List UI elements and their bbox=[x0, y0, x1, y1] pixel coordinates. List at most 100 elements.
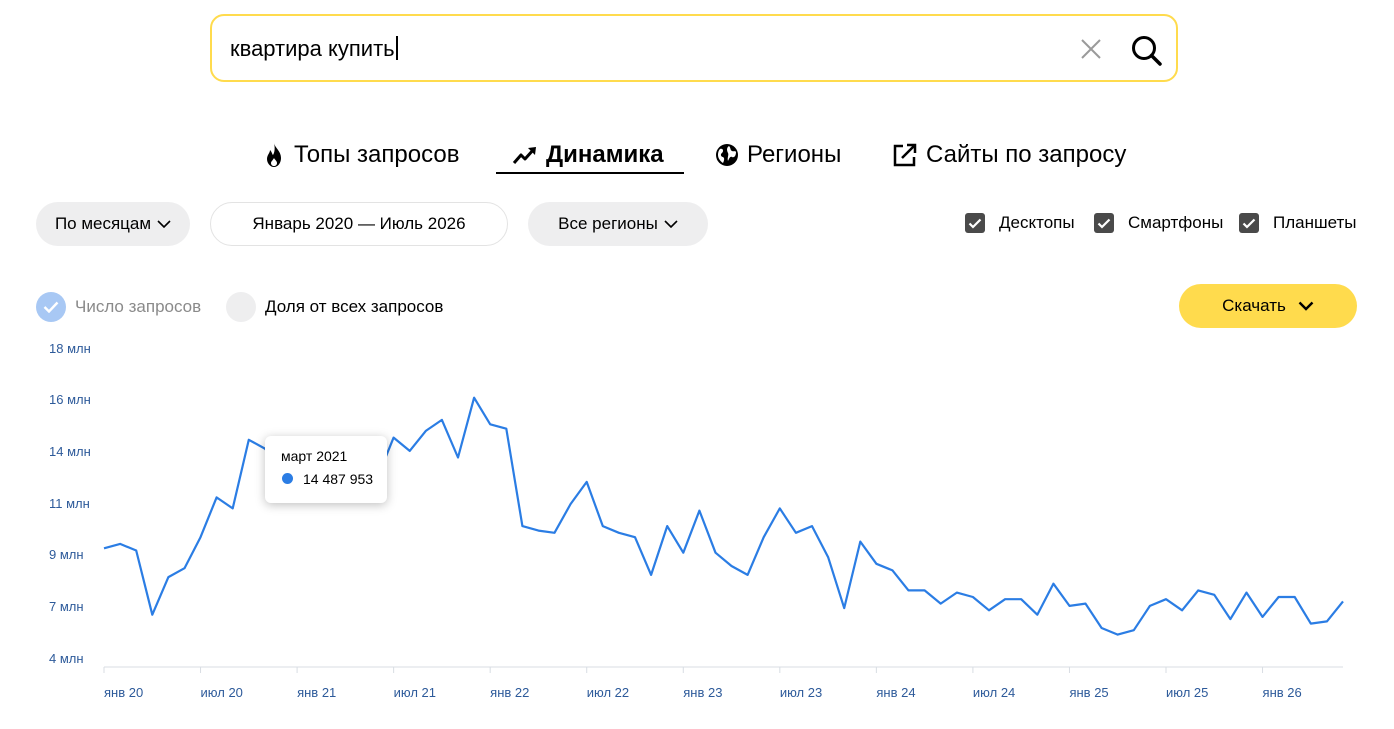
radio-query-share[interactable]: Доля от всех запросов bbox=[226, 292, 443, 322]
data-point bbox=[956, 591, 958, 593]
data-point bbox=[1100, 627, 1102, 629]
tab-label: Регионы bbox=[747, 141, 842, 168]
checkbox-tablets[interactable]: Планшеты bbox=[1239, 213, 1357, 233]
data-point bbox=[586, 481, 588, 483]
tab-dynamics[interactable]: Динамика bbox=[512, 138, 664, 172]
data-point bbox=[248, 439, 250, 441]
chevron-down-icon bbox=[664, 220, 678, 228]
search-query-text: квартира купить bbox=[230, 36, 395, 61]
region-select[interactable]: Все регионы bbox=[528, 202, 708, 246]
tooltip-value: 14 487 953 bbox=[303, 471, 374, 487]
tab-label: Динамика bbox=[546, 141, 664, 168]
data-point bbox=[553, 532, 555, 534]
checkbox-checked-icon bbox=[1239, 213, 1259, 233]
flame-icon bbox=[267, 143, 281, 167]
close-icon[interactable] bbox=[1080, 38, 1102, 60]
data-point bbox=[1181, 609, 1183, 611]
data-point bbox=[425, 430, 427, 432]
data-point bbox=[1117, 633, 1119, 635]
y-tick-label: 9 млн bbox=[49, 547, 84, 562]
data-point bbox=[940, 602, 942, 604]
tab-sites[interactable]: Сайты по запросу bbox=[892, 138, 1126, 172]
data-point bbox=[1036, 614, 1038, 616]
data-point bbox=[457, 456, 459, 458]
text-caret bbox=[395, 36, 398, 60]
radio-unchecked-icon bbox=[226, 292, 256, 322]
data-point bbox=[618, 532, 620, 534]
data-point bbox=[1149, 605, 1151, 607]
series-marker-icon bbox=[282, 473, 293, 484]
data-point bbox=[682, 552, 684, 554]
data-point bbox=[1084, 602, 1086, 604]
data-point bbox=[923, 589, 925, 591]
date-range-label: Январь 2020 — Июль 2026 bbox=[252, 214, 466, 233]
data-point bbox=[746, 574, 748, 576]
data-point bbox=[1020, 598, 1022, 600]
chart-tooltip: март 2021 14 487 953 bbox=[265, 436, 387, 503]
chevron-down-icon bbox=[1298, 301, 1314, 311]
checkbox-label: Десктопы bbox=[999, 213, 1075, 232]
radio-query-count[interactable]: Число запросов bbox=[36, 292, 201, 322]
tab-regions[interactable]: Регионы bbox=[715, 138, 841, 172]
x-tick-label: июл 24 bbox=[973, 685, 1015, 700]
dynamics-chart: 18 млн 16 млн 14 млн 11 млн 9 млн 7 млн 4 млн я… bbox=[49, 341, 1344, 700]
chevron-down-icon bbox=[157, 220, 171, 228]
y-tick-label: 14 млн bbox=[49, 444, 91, 459]
active-tab-underline bbox=[496, 172, 684, 174]
checkbox-checked-icon bbox=[1094, 213, 1114, 233]
data-point bbox=[1342, 600, 1344, 602]
data-point bbox=[215, 496, 217, 498]
data-point bbox=[1310, 622, 1312, 624]
y-tick-label: 18 млн bbox=[49, 341, 91, 356]
data-point bbox=[779, 507, 781, 509]
data-point bbox=[199, 536, 201, 538]
data-point bbox=[1165, 598, 1167, 600]
data-point bbox=[232, 507, 234, 509]
search-input[interactable]: квартира купить bbox=[230, 36, 398, 62]
data-point bbox=[1068, 605, 1070, 607]
data-point bbox=[183, 567, 185, 569]
data-point bbox=[891, 569, 893, 571]
x-tick-label: июл 23 bbox=[780, 685, 822, 700]
radio-label: Доля от всех запросов bbox=[265, 297, 444, 316]
data-point bbox=[666, 525, 668, 527]
period-select[interactable]: По месяцам bbox=[36, 202, 190, 246]
x-tick-label: июл 25 bbox=[1166, 685, 1208, 700]
date-range-picker[interactable]: Январь 2020 — Июль 2026 bbox=[210, 202, 508, 246]
data-point bbox=[135, 549, 137, 551]
checkbox-smartphones[interactable]: Смартфоны bbox=[1094, 213, 1223, 233]
data-point bbox=[907, 589, 909, 591]
search-box[interactable]: квартира купить bbox=[210, 14, 1178, 82]
x-tick-label: янв 24 bbox=[876, 685, 915, 700]
checkbox-desktops[interactable]: Десктопы bbox=[965, 213, 1075, 233]
data-point bbox=[875, 563, 877, 565]
data-point bbox=[843, 607, 845, 609]
data-point bbox=[1261, 616, 1263, 618]
data-point bbox=[972, 596, 974, 598]
download-button[interactable]: Скачать bbox=[1179, 284, 1357, 328]
data-point bbox=[441, 419, 443, 421]
tab-top-queries[interactable]: Топы запросов bbox=[262, 138, 459, 172]
data-point bbox=[521, 525, 523, 527]
tab-bar: Топы запросов Динамика Регионы Сайты по … bbox=[0, 138, 1394, 178]
checkbox-label: Смартфоны bbox=[1128, 213, 1224, 232]
data-point bbox=[1245, 591, 1247, 593]
checkbox-label: Планшеты bbox=[1273, 213, 1357, 232]
data-point bbox=[409, 450, 411, 452]
magnifier-icon[interactable] bbox=[1130, 34, 1164, 68]
data-point bbox=[505, 428, 507, 430]
data-point bbox=[1277, 596, 1279, 598]
data-point bbox=[537, 529, 539, 531]
series-line bbox=[103, 396, 1344, 636]
region-select-label: Все регионы bbox=[558, 214, 658, 233]
data-point bbox=[569, 503, 571, 505]
data-point bbox=[473, 397, 475, 399]
x-tick-label: янв 22 bbox=[490, 685, 529, 700]
data-point bbox=[698, 509, 700, 511]
data-point bbox=[1229, 618, 1231, 620]
data-point bbox=[103, 547, 105, 549]
y-tick-label: 16 млн bbox=[49, 392, 91, 407]
y-tick-label: 11 млн bbox=[49, 496, 90, 511]
external-link-icon bbox=[893, 143, 917, 167]
data-point bbox=[1326, 620, 1328, 622]
